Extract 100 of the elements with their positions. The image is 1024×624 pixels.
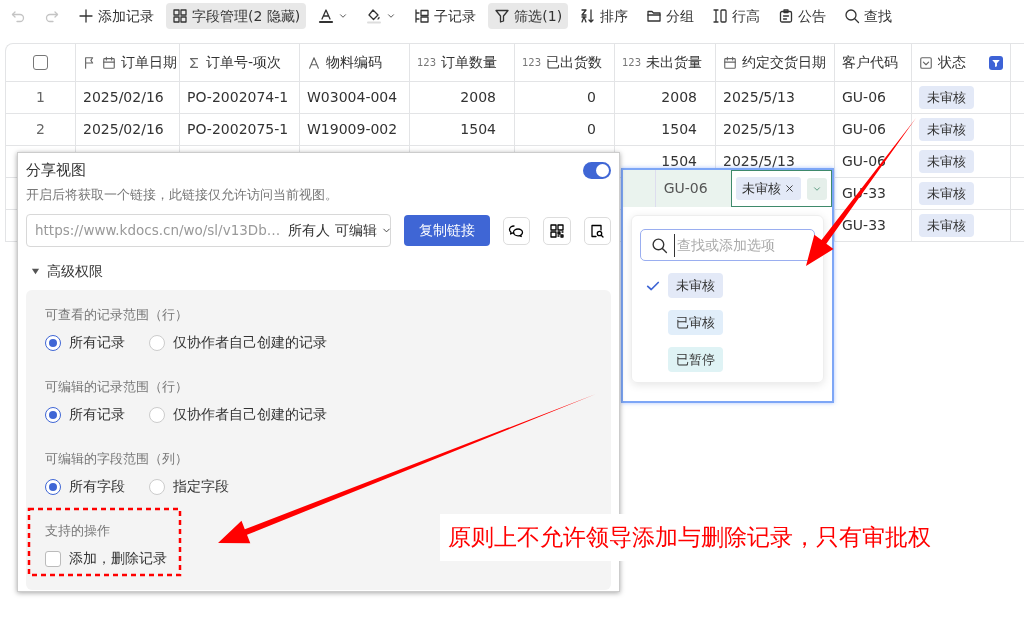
row-number: 2: [6, 114, 76, 146]
section-label: 支持的操作: [45, 522, 110, 540]
field-type-label: 123: [522, 56, 542, 70]
table-cell: GU-06: [655, 170, 731, 207]
caret-icon: [386, 11, 397, 21]
table-cell: 2008: [410, 82, 515, 114]
section-label: 可编辑的字段范围（列）: [45, 450, 188, 468]
option-label: 仅协作者自己创建的记录: [173, 333, 327, 352]
row-number: 1: [6, 82, 76, 114]
status-tag: 未审核: [919, 213, 974, 238]
text-field-icon: [307, 55, 321, 70]
toolbar-button[interactable]: 筛选(1): [488, 3, 569, 29]
folder-icon: [646, 8, 663, 24]
select-field[interactable]: 未审核: [731, 170, 832, 207]
text-color-icon: [318, 8, 335, 24]
subrecord-icon: [414, 8, 431, 24]
option-label: 指定字段: [173, 477, 229, 496]
column-header: 客户代码: [842, 53, 898, 72]
option-tag: 已暂停: [668, 346, 723, 373]
permission-dropdown[interactable]: 所有人 可编辑: [288, 220, 392, 241]
table-cell: PO-2002075-1: [180, 114, 300, 146]
panel-description: 开启后将获取一个链接，此链接仅允许访问当前视图。: [26, 185, 339, 204]
option-label: 所有记录: [69, 405, 125, 424]
table-cell: W19009-002: [300, 114, 410, 146]
sigma-icon: [187, 55, 201, 70]
column-header: 订单数量: [441, 53, 498, 72]
plus-icon: [78, 8, 94, 24]
radio-button[interactable]: [45, 478, 61, 495]
qr-code-button[interactable]: [543, 216, 571, 245]
option-item[interactable]: 已审核: [640, 304, 815, 341]
grid-icon: [172, 8, 188, 24]
table-cell: GU-06: [835, 82, 912, 114]
column-header: 已出货数: [546, 53, 603, 72]
column-header: 状态: [938, 53, 966, 72]
row-height-icon: [712, 8, 729, 24]
table-cell: 0: [515, 114, 615, 146]
status-tag: 未审核: [919, 149, 974, 174]
radio-button[interactable]: [45, 406, 61, 423]
fill-color-icon: [366, 8, 383, 24]
document-search-button[interactable]: [583, 216, 611, 245]
toolbar-button[interactable]: 查找: [838, 3, 899, 29]
toolbar-button[interactable]: 字段管理(2 隐藏): [166, 3, 307, 29]
copy-link-button[interactable]: 复制链接: [404, 215, 490, 246]
option-label: 所有字段: [69, 477, 125, 496]
status-tag: 未审核: [919, 117, 974, 142]
document-search-icon: [589, 222, 606, 239]
option-label: 仅协作者自己创建的记录: [173, 405, 327, 424]
field-type-label: 123: [622, 56, 642, 70]
toolbar-button[interactable]: 添加记录: [72, 3, 160, 29]
toolbar-button[interactable]: 排序: [574, 3, 635, 29]
link-field[interactable]: https://www.kdocs.cn/wo/sl/v13Db… 所有人 可编辑: [26, 214, 391, 247]
table-cell: W03004-004: [300, 82, 410, 114]
radio-button[interactable]: [45, 334, 61, 351]
field-type-label: 123: [417, 56, 437, 70]
row-highlight-cell: [623, 170, 656, 207]
table-cell: PO-2002074-1: [180, 82, 300, 114]
search-icon: [844, 8, 861, 24]
table-cell: 2025/02/16: [76, 82, 180, 114]
toolbar-button[interactable]: 公告: [772, 3, 833, 29]
search-field[interactable]: 查找或添加选项: [640, 229, 815, 261]
dropdown-field-icon: [919, 55, 933, 70]
column-header: 约定交货日期: [742, 53, 826, 72]
share-toggle[interactable]: [583, 161, 611, 179]
column-header: 订单号-项次: [206, 53, 282, 72]
column-header: 订单日期: [121, 53, 177, 72]
filter-icon: [494, 8, 511, 24]
option-item[interactable]: 已暂停: [640, 341, 815, 378]
table-cell: 1504: [410, 114, 515, 146]
toolbar-button[interactable]: 行高: [706, 3, 767, 29]
calendar-icon: [102, 55, 116, 70]
section-label: 可查看的记录范围（行）: [45, 306, 188, 324]
selected-tag: 未审核: [736, 176, 801, 201]
disclosure-triangle-icon: [31, 267, 40, 276]
qr-code-icon: [548, 222, 565, 239]
table-cell: 2008: [615, 82, 716, 114]
status-tag: 未审核: [919, 85, 974, 110]
option-item[interactable]: 未审核: [640, 267, 815, 304]
column-header: 未出货量: [646, 53, 703, 72]
chat-button[interactable]: [502, 216, 530, 245]
option-label: 所有记录: [69, 333, 125, 352]
calendar-icon: [723, 55, 737, 70]
toolbar-button[interactable]: 子记录: [408, 3, 483, 29]
advanced-toggle[interactable]: 高级权限: [26, 261, 103, 282]
table-cell: 0: [515, 82, 615, 114]
column-header: 物料编码: [326, 53, 382, 72]
option-label: 添加，删除记录: [69, 549, 167, 568]
search-icon: [651, 236, 668, 254]
option-tag: 已审核: [668, 309, 723, 336]
table-cell: 2025/5/13: [716, 114, 835, 146]
panel-title: 分享视图: [26, 160, 86, 181]
select-all-checkbox[interactable]: [33, 55, 48, 70]
table-cell: 2025/5/13: [716, 82, 835, 114]
toolbar-button[interactable]: 分组: [640, 3, 701, 29]
caret-icon: [338, 11, 349, 21]
status-tag: 未审核: [919, 181, 974, 206]
notice-icon: [778, 8, 795, 24]
option-tag: 未审核: [668, 272, 723, 299]
checkbox[interactable]: [45, 550, 61, 567]
table-cell: 2025/02/16: [76, 114, 180, 146]
section-label: 可编辑的记录范围（行）: [45, 378, 188, 396]
